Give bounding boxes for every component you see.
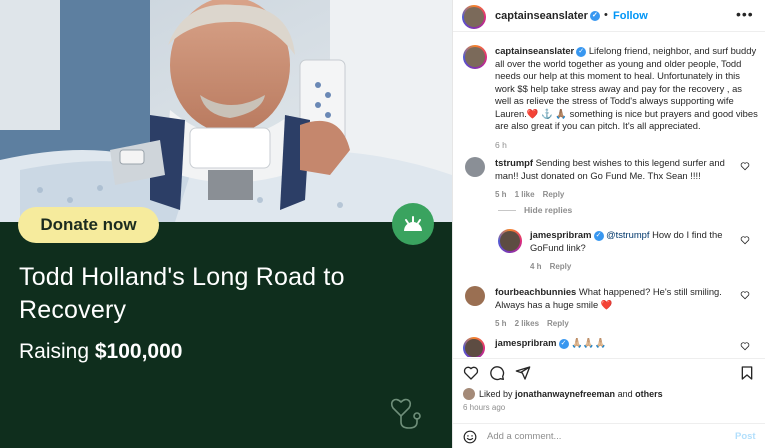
comment-body: fourbeachbunnies What happened? He's sti… (495, 286, 740, 331)
caption-time[interactable]: 6 h (495, 139, 760, 152)
header-separator: • (604, 9, 608, 21)
liked-by-and: and (615, 389, 636, 399)
heart-icon[interactable] (740, 341, 750, 351)
hide-replies-button[interactable]: Hide replies (498, 205, 572, 215)
fundraiser-panel (0, 222, 452, 448)
hospital-photo (0, 0, 452, 222)
avatar[interactable] (500, 231, 520, 251)
caption-text: Lifelong friend, neighbor, and surf budd… (495, 45, 758, 131)
caption-body: captainseanslater ✓ Lifelong friend, neig… (495, 45, 760, 151)
comment-time[interactable]: 4 h (530, 262, 542, 271)
reply-button[interactable]: Reply (547, 319, 569, 328)
comments-panel: captainseanslater ✓ • Follow ••• captains… (452, 0, 765, 448)
avatar[interactable] (465, 339, 483, 357)
goal-amount: $100,000 (94, 340, 183, 363)
comment-time[interactable]: 5 h (495, 190, 507, 199)
comment-username[interactable]: tstrumpf (495, 157, 533, 168)
bookmark-icon[interactable] (739, 365, 755, 381)
post-media[interactable]: Donate now Todd Holland's Long Road to R… (0, 0, 452, 448)
comment-meta: 4 h Reply (530, 261, 740, 274)
instagram-post-viewer: Donate now Todd Holland's Long Road to R… (0, 0, 765, 448)
add-comment-bar: Post (453, 423, 765, 448)
liked-by-prefix: Liked by (479, 389, 516, 399)
verified-icon: ✓ (576, 46, 587, 57)
comment-meta: 5 h 1 like Reply (495, 189, 740, 202)
comment-text: 🙏🏼🙏🏼🙏🏼 (571, 337, 607, 348)
avatar[interactable] (464, 7, 484, 27)
comment-time[interactable]: 5 h (495, 319, 507, 328)
heart-icon[interactable] (463, 365, 479, 381)
heart-icon[interactable] (740, 235, 750, 245)
avatar[interactable] (465, 47, 485, 67)
goal-prefix: Raising (19, 340, 95, 363)
verified-icon: ✓ (593, 230, 604, 241)
heart-icon[interactable] (740, 290, 750, 300)
action-bar (453, 358, 765, 388)
share-icon[interactable] (515, 365, 531, 381)
post-timestamp[interactable]: 6 hours ago (463, 403, 505, 412)
emoji-icon[interactable] (463, 430, 477, 444)
heart-stethoscope-icon (390, 398, 421, 429)
comment-icon[interactable] (489, 365, 505, 381)
liked-by-others[interactable]: others (635, 389, 663, 399)
comment-mention[interactable]: @tstrumpf (606, 229, 649, 240)
gofundme-logo-icon (392, 203, 434, 245)
header-username-text[interactable]: captainseanslater (495, 10, 588, 22)
verified-icon: ✓ (558, 338, 569, 349)
comment-likes[interactable]: 2 likes (515, 319, 539, 328)
heart-icon[interactable] (740, 161, 750, 171)
avatar[interactable] (463, 388, 475, 400)
avatar[interactable] (465, 286, 485, 306)
comment-username[interactable]: fourbeachbunnies (495, 286, 576, 297)
post-header: captainseanslater ✓ • Follow ••• (453, 0, 765, 32)
comment-body: jamespribram ✓ @tstrumpf How do I find th… (530, 229, 740, 274)
comment-body: tstrumpf Sending best wishes to this leg… (495, 157, 740, 202)
liked-by-text: Liked by jonathanwaynefreeman and others (479, 389, 663, 399)
post-comment-button[interactable]: Post (735, 431, 756, 442)
comment-item: jamespribram ✓ 🙏🏼🙏🏼🙏🏼 (463, 337, 758, 357)
verified-icon: ✓ (589, 11, 600, 22)
add-comment-input[interactable] (487, 431, 707, 442)
fundraiser-title: Todd Holland's Long Road to Recovery (19, 263, 345, 324)
comment-username[interactable]: jamespribram (495, 337, 557, 348)
reply-button[interactable]: Reply (550, 262, 572, 271)
donate-now-button[interactable]: Donate now (18, 207, 159, 243)
caption-username[interactable]: captainseanslater (495, 45, 574, 56)
comment-likes[interactable]: 1 like (515, 190, 535, 199)
more-icon[interactable]: ••• (736, 6, 754, 22)
fundraiser-goal: Raising $100,000 (19, 340, 182, 364)
header-username[interactable]: captainseanslater ✓ (495, 10, 600, 22)
hospital-photo-illustration (0, 0, 452, 222)
follow-button[interactable]: Follow (613, 10, 648, 22)
comment-body: jamespribram ✓ 🙏🏼🙏🏼🙏🏼 (495, 337, 740, 350)
comment-meta: 5 h 2 likes Reply (495, 318, 740, 331)
gofundme-sprout-icon (404, 216, 422, 231)
reply-button[interactable]: Reply (543, 190, 565, 199)
liked-by-user[interactable]: jonathanwaynefreeman (515, 389, 615, 399)
avatar[interactable] (465, 157, 485, 177)
comment-username[interactable]: jamespribram (530, 229, 592, 240)
